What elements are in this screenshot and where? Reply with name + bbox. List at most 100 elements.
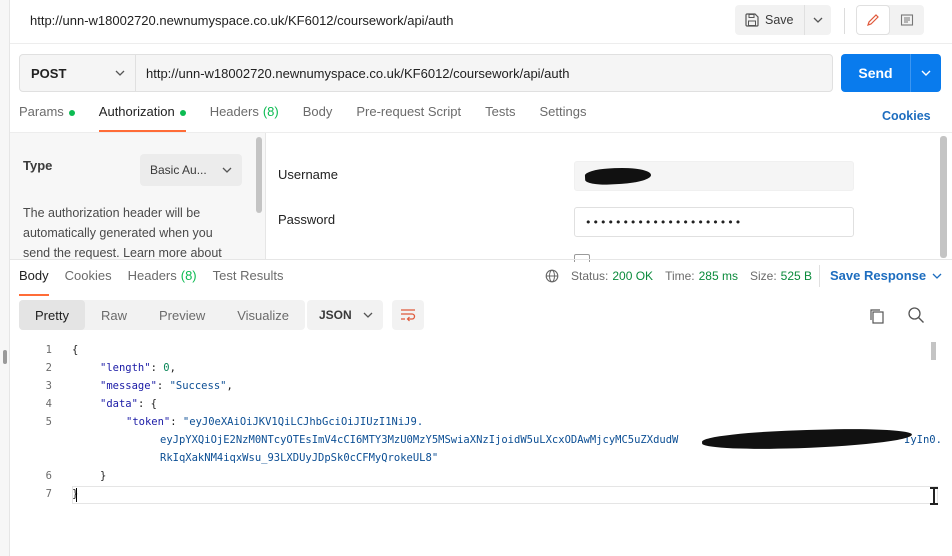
- json-key: "message": [100, 380, 157, 392]
- size-value: 525 B: [780, 269, 813, 283]
- auth-panel-scrollbar[interactable]: [256, 137, 262, 213]
- code-line: eyJpYXQiOjE2NzM0NTcyOTEsImV4cCI6MTY3MzU0…: [160, 434, 678, 446]
- json-string: eyJpYXQiOjE2NzM0NTcyOTEsImV4cCI6MTY3MzU0…: [160, 434, 679, 446]
- editor-scrollbar[interactable]: [931, 342, 936, 360]
- status-value: 200 OK: [612, 269, 654, 283]
- pane-divider[interactable]: [10, 259, 952, 260]
- document-icon: [900, 14, 914, 26]
- tab-response-cookies[interactable]: Cookies: [65, 268, 112, 296]
- tab-tests[interactable]: Tests: [485, 104, 515, 132]
- response-meta: Status: 200 OK Time: 285 ms Size: 525 B: [545, 268, 824, 284]
- auth-scrollbar[interactable]: [940, 136, 947, 258]
- line-number: 1: [45, 344, 52, 356]
- code-line: }: [100, 470, 106, 482]
- tab-headers[interactable]: Headers (8): [210, 104, 279, 132]
- tab-label: Params: [19, 104, 64, 119]
- line-number: 5: [45, 416, 52, 428]
- view-tab-pretty[interactable]: Pretty: [19, 300, 85, 330]
- tab-response-headers[interactable]: Headers (8): [128, 268, 197, 296]
- copy-icon: [870, 309, 884, 324]
- password-label: Password: [278, 212, 336, 227]
- format-select[interactable]: JSON: [307, 300, 383, 330]
- tab-label: Cookies: [64, 268, 112, 283]
- cookies-link[interactable]: Cookies: [882, 109, 931, 123]
- network-info-button[interactable]: [545, 269, 559, 283]
- method-select[interactable]: POST: [20, 55, 136, 91]
- url-input[interactable]: [136, 55, 832, 91]
- tab-label: Test Results: [212, 268, 284, 283]
- copy-button[interactable]: [868, 307, 886, 325]
- save-group: Save: [735, 5, 831, 35]
- time-info[interactable]: Time: 285 ms: [665, 269, 738, 283]
- json-string: "eyJ0eXAiOiJKV1QiLCJhbGciOiJIUzI1NiJ9.: [182, 416, 424, 428]
- tab-response-body[interactable]: Body: [19, 268, 49, 296]
- username-input[interactable]: [574, 161, 854, 191]
- wrap-lines-button[interactable]: [392, 300, 424, 330]
- save-icon: [745, 13, 759, 27]
- tab-label: Tests: [485, 104, 516, 119]
- view-tab-preview[interactable]: Preview: [143, 300, 221, 330]
- line-number: 7: [45, 488, 52, 500]
- view-tab-raw[interactable]: Raw: [85, 300, 143, 330]
- search-button[interactable]: [907, 306, 925, 324]
- time-label: Time:: [665, 269, 695, 283]
- code-line: "data": {: [100, 398, 157, 410]
- response-tabs: Body Cookies Headers (8) Test Results: [19, 268, 307, 296]
- edit-mode-button[interactable]: [856, 5, 890, 35]
- send-button[interactable]: Send: [841, 54, 911, 92]
- send-group: Send: [841, 54, 941, 92]
- chevron-down-icon: [222, 167, 232, 173]
- json-brace: {: [72, 344, 79, 356]
- chevron-down-icon: [932, 273, 942, 279]
- auth-type-label: Type: [23, 158, 53, 173]
- tab-label: Pre-request Script: [356, 104, 462, 119]
- chevron-down-icon: [921, 70, 931, 76]
- json-key: "length": [100, 362, 151, 374]
- documentation-mode-button[interactable]: [890, 5, 924, 35]
- tab-count: (8): [262, 104, 279, 119]
- show-password-checkbox[interactable]: [574, 254, 590, 262]
- line-number: 2: [45, 362, 52, 374]
- tab-authorization[interactable]: Authorization: [98, 104, 186, 132]
- method-label: POST: [31, 65, 67, 81]
- view-tab-visualize[interactable]: Visualize: [221, 300, 305, 330]
- tab-body[interactable]: Body: [303, 104, 333, 132]
- auth-type-value: Basic Au...: [150, 163, 207, 177]
- save-label: Save: [765, 13, 794, 27]
- code-line: {: [72, 344, 78, 356]
- tab-params[interactable]: Params: [19, 104, 75, 132]
- tab-pre-request-script[interactable]: Pre-request Script: [356, 104, 461, 132]
- tab-label: Headers: [127, 268, 177, 283]
- code-line: "message": "Success",: [100, 380, 233, 392]
- password-input[interactable]: •••••••••••••••••••••: [574, 207, 854, 237]
- format-value: JSON: [319, 308, 352, 322]
- globe-icon: [545, 269, 559, 283]
- tab-label: Authorization: [98, 104, 175, 119]
- resize-grip[interactable]: [3, 350, 7, 364]
- current-line-highlight: [72, 486, 938, 504]
- save-button[interactable]: Save: [735, 5, 805, 35]
- left-gutter: [0, 0, 10, 556]
- save-options-button[interactable]: [805, 5, 831, 35]
- line-number: 3: [45, 380, 52, 392]
- code-line: RkIqXakNM4iqxWsu_93LXDUyJDpSk0cCFMyQroke…: [160, 452, 438, 464]
- save-response-label: Save Response: [830, 268, 927, 283]
- tab-test-results[interactable]: Test Results: [213, 268, 284, 296]
- request-title[interactable]: http://unn-w18002720.newnumyspace.co.uk/…: [30, 13, 453, 28]
- status-label: Status:: [571, 269, 609, 283]
- pencil-icon: [867, 14, 879, 26]
- size-info[interactable]: Size: 525 B: [750, 269, 812, 283]
- send-options-button[interactable]: [911, 54, 941, 92]
- json-key: "token": [126, 416, 171, 428]
- json-number: 0: [163, 362, 170, 374]
- text-cursor: [76, 488, 77, 502]
- line-number: 4: [45, 398, 52, 410]
- toolbar-divider: [844, 8, 845, 34]
- tab-settings[interactable]: Settings: [539, 104, 586, 132]
- auth-type-select[interactable]: Basic Au...: [140, 154, 242, 186]
- json-string: "Success": [169, 380, 227, 392]
- wrap-lines-icon: [401, 309, 416, 322]
- status-info[interactable]: Status: 200 OK: [571, 269, 653, 283]
- search-icon: [908, 307, 924, 323]
- save-response-button[interactable]: Save Response: [830, 268, 942, 283]
